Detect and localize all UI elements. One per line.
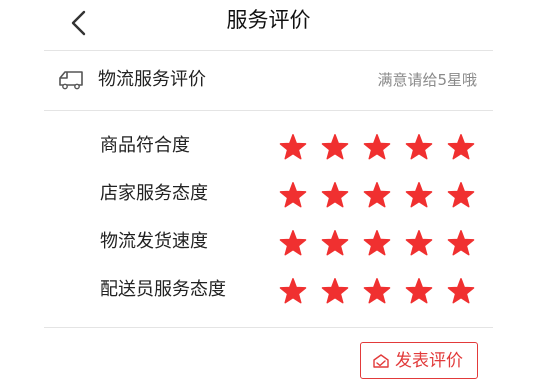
submit-review-button[interactable]: 发表评价: [360, 342, 478, 379]
rating-label: 店家服务态度: [100, 183, 208, 204]
star-icon[interactable]: [447, 181, 475, 209]
star-icon[interactable]: [279, 181, 307, 209]
star-icon[interactable]: [363, 133, 391, 161]
star-icon[interactable]: [279, 229, 307, 257]
star-icon[interactable]: [321, 229, 349, 257]
star-icon[interactable]: [405, 277, 433, 305]
star-icon[interactable]: [363, 277, 391, 305]
logistics-section-header: 物流服务评价 满意请给5星哦: [44, 52, 493, 110]
rating-row-product-match: 商品符合度: [0, 122, 537, 170]
star-icon[interactable]: [321, 181, 349, 209]
star-icon[interactable]: [279, 277, 307, 305]
top-bar: 服务评价: [0, 0, 537, 48]
header-divider: [44, 50, 493, 51]
section-title: 物流服务评价: [98, 69, 206, 90]
star-icon[interactable]: [363, 181, 391, 209]
star-icon[interactable]: [405, 181, 433, 209]
star-icon[interactable]: [447, 133, 475, 161]
rating-label: 物流发货速度: [100, 231, 208, 252]
truck-icon: [58, 69, 84, 95]
submit-review-label: 发表评价: [395, 351, 463, 371]
star-icon[interactable]: [321, 277, 349, 305]
rating-label: 配送员服务态度: [100, 279, 226, 300]
star-icon[interactable]: [447, 229, 475, 257]
rating-row-seller-service: 店家服务态度: [0, 170, 537, 218]
edit-box-icon: [372, 353, 390, 373]
star-icon[interactable]: [447, 277, 475, 305]
star-icon[interactable]: [321, 133, 349, 161]
star-icon[interactable]: [363, 229, 391, 257]
section-hint: 满意请给5星哦: [377, 71, 477, 89]
rating-label: 商品符合度: [100, 135, 190, 156]
rating-row-shipping-speed: 物流发货速度: [0, 218, 537, 266]
star-icon[interactable]: [405, 133, 433, 161]
rating-row-courier-service: 配送员服务态度: [0, 266, 537, 314]
star-icon[interactable]: [405, 229, 433, 257]
section-divider: [44, 110, 493, 111]
page-title: 服务评价: [226, 8, 311, 32]
star-icon[interactable]: [279, 133, 307, 161]
ratings-divider: [44, 327, 493, 328]
